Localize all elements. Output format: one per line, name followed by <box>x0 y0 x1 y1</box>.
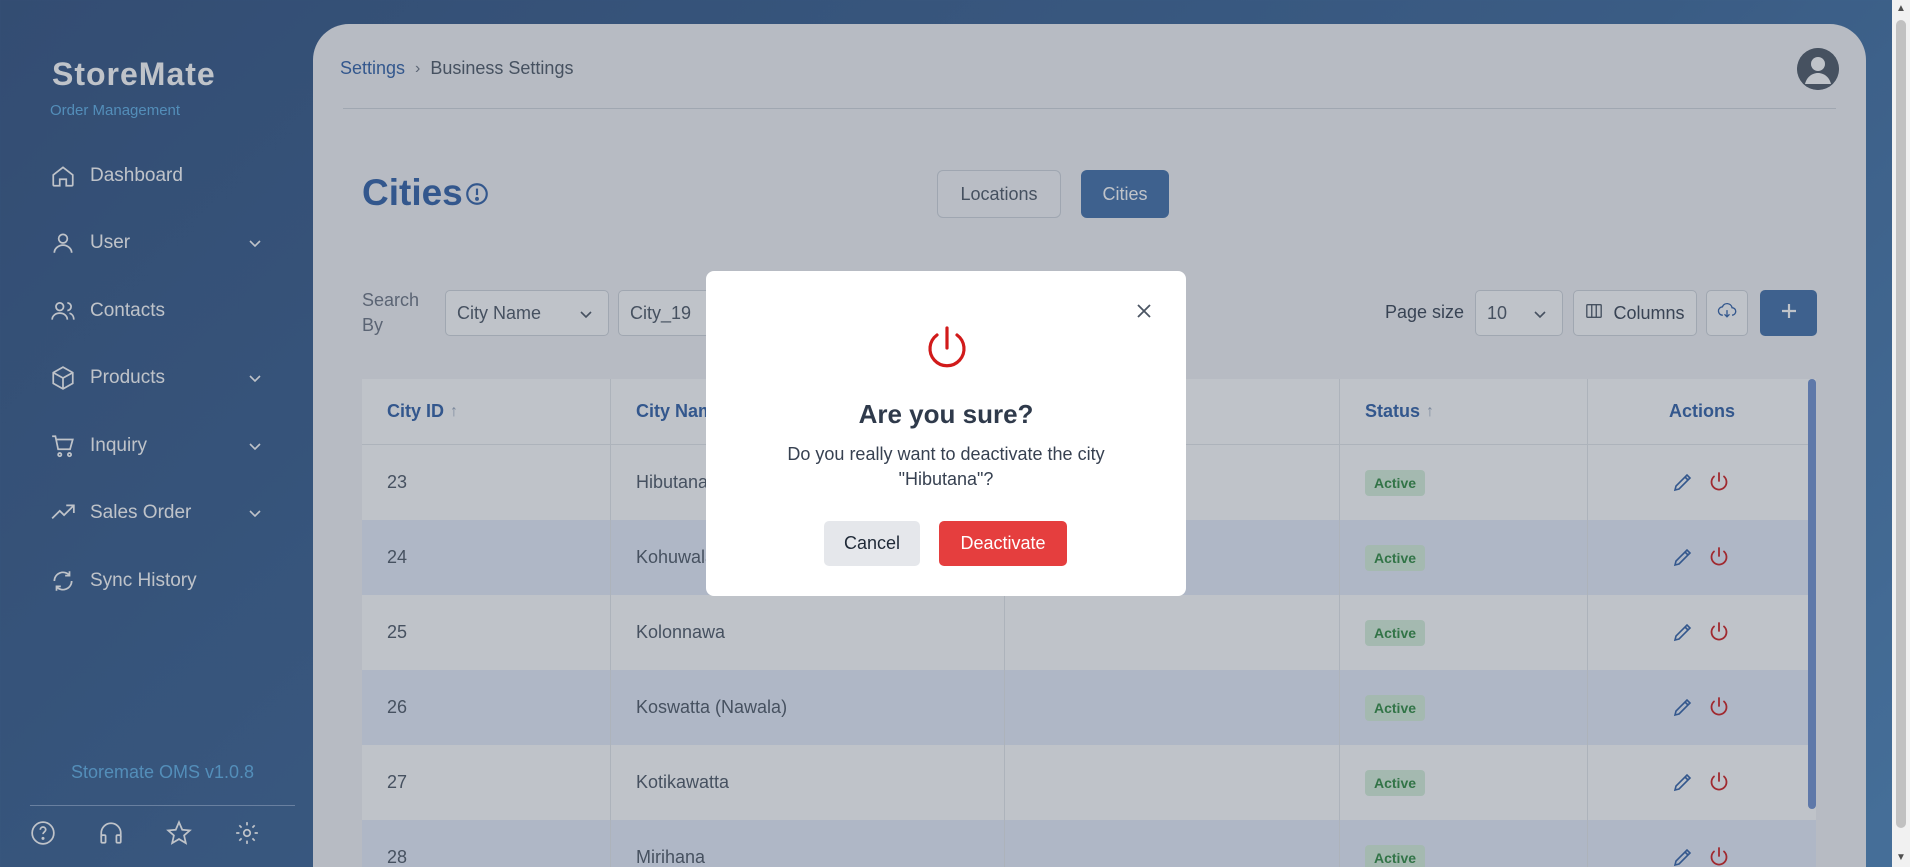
power-icon <box>924 325 970 375</box>
dialog-message: Do you really want to deactivate the cit… <box>787 444 1105 489</box>
scroll-up-icon[interactable]: ▲ <box>1896 4 1906 14</box>
dialog-title: Are you sure? <box>858 399 1034 429</box>
cancel-button[interactable]: Cancel <box>824 521 920 566</box>
deactivate-button[interactable]: Deactivate <box>939 521 1067 566</box>
close-icon[interactable] <box>1134 301 1154 321</box>
page-scrollbar[interactable]: ▲ ▼ <box>1892 0 1910 867</box>
scrollbar-thumb[interactable] <box>1896 20 1906 828</box>
confirm-dialog: Are you sure? Do you really want to deac… <box>706 271 1186 596</box>
scroll-down-icon[interactable]: ▼ <box>1896 853 1906 863</box>
